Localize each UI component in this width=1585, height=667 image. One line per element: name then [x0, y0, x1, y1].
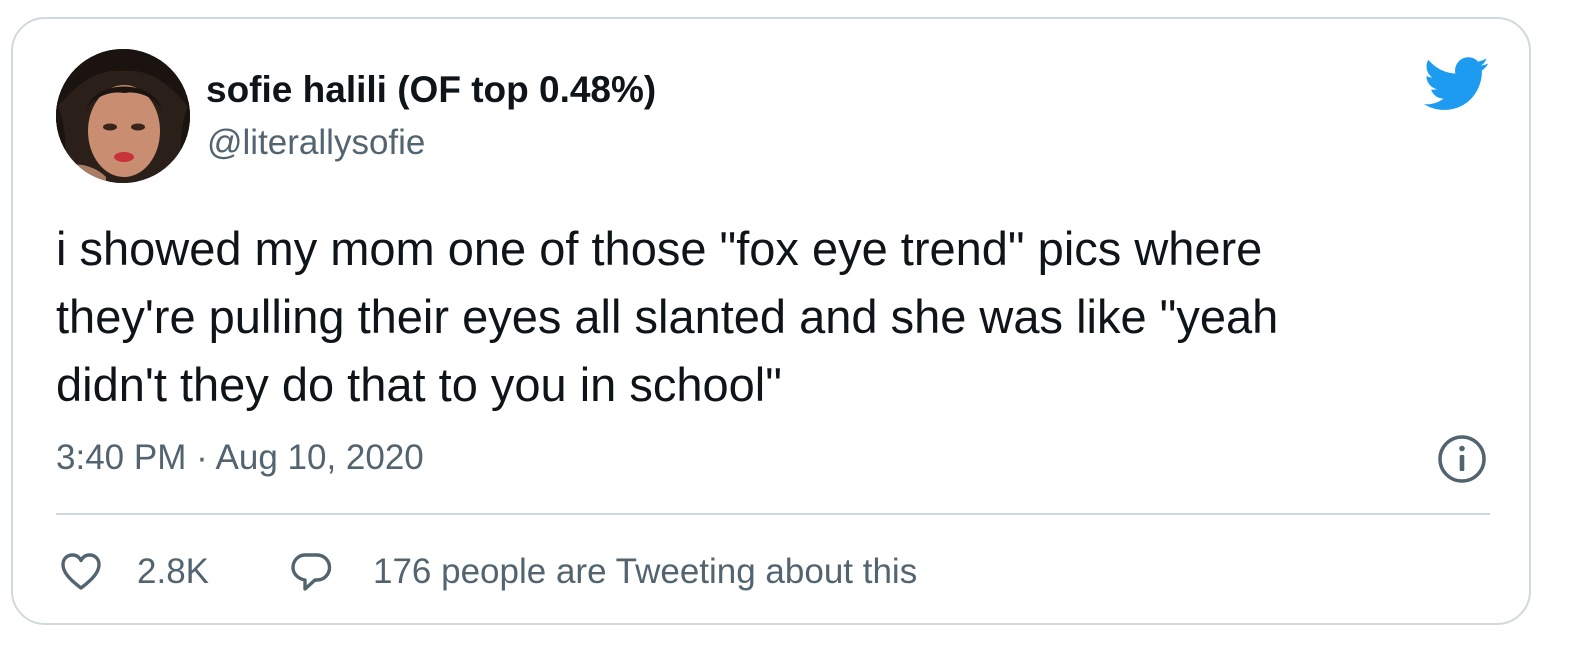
tweet-text: i showed my mom one of those "fox eye tr… [56, 222, 1279, 411]
tweeting-about-button[interactable]: 176 people are Tweeting about this [289, 547, 917, 597]
divider [56, 513, 1490, 515]
tweet-timestamp[interactable]: 3:40 PM · Aug 10, 2020 [56, 438, 424, 478]
author-handle[interactable]: @literallysofie [207, 123, 425, 163]
avatar[interactable] [56, 49, 190, 183]
twitter-bird-icon[interactable] [1424, 57, 1490, 111]
author-display-name[interactable]: sofie halili (OF top 0.48%) [206, 69, 656, 111]
tweeting-about-label: 176 people are Tweeting about this [373, 552, 918, 591]
like-count: 2.8K [137, 552, 209, 591]
info-icon[interactable] [1437, 434, 1487, 484]
heart-icon[interactable] [59, 550, 103, 594]
speech-bubble-icon[interactable] [289, 550, 333, 594]
tweet-card[interactable]: sofie halili (OF top 0.48%) @literallyso… [11, 17, 1531, 625]
avatar-image [56, 49, 190, 183]
like-button[interactable]: 2.8K [59, 547, 209, 597]
